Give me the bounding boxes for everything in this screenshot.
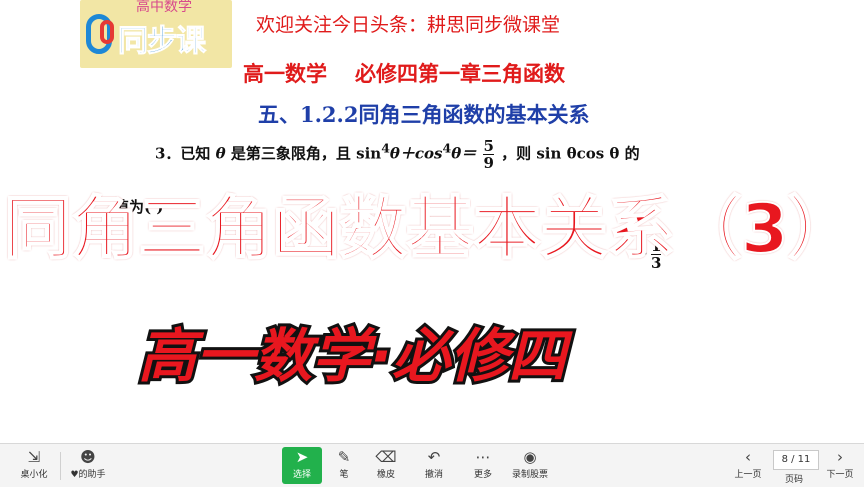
problem-lead: 3．已知 xyxy=(155,144,211,163)
minimize-label: 桌小化 xyxy=(20,470,48,480)
chevron-right-icon: › xyxy=(837,448,843,466)
page-indicator[interactable]: 8 / 11 xyxy=(773,450,819,470)
fraction-denominator: 9 xyxy=(483,154,494,172)
problem-mid: 是第三象限角，且 sin xyxy=(230,144,382,163)
eraser-label: 橡皮 xyxy=(376,470,395,480)
problem-cos: θ＋cos xyxy=(389,144,443,163)
toolbar-divider xyxy=(60,452,61,480)
eraser-icon: ⌫ xyxy=(375,448,397,466)
assistant-button[interactable]: ☻ ♥的助手 xyxy=(68,447,108,484)
course-title: 高一数学 必修四第一章三角函数 xyxy=(243,58,565,88)
follow-banner: 欢迎关注今日头条：耕思同步微课堂 xyxy=(256,14,561,36)
undo-label: 撤消 xyxy=(424,470,443,480)
problem-statement: 3．已知 θ 是第三象限角，且 sin4θ＋cos4θ＝ 5 9 ，则 sin … xyxy=(155,138,640,171)
prev-page-button[interactable]: ‹ 上一页 xyxy=(728,447,768,484)
section-title: 五、1.2.2同角三角函数的基本关系 xyxy=(258,102,590,127)
logo-inner-ring-icon xyxy=(100,20,114,44)
assistant-label: ♥的助手 xyxy=(70,470,106,480)
more-icon: ⋯ xyxy=(475,448,491,466)
pen-tool-button[interactable]: ✎ 笔 xyxy=(324,447,364,484)
logo-main-text: 同步课堂 xyxy=(118,24,207,69)
minimize-button[interactable]: ⇲ 桌小化 xyxy=(14,447,54,484)
page-label: 页码 xyxy=(785,475,804,485)
cursor-icon: ➤ xyxy=(295,448,309,466)
logo: 高中数学 同步课堂 xyxy=(80,0,232,68)
record-button[interactable]: ◉ 录制股票 xyxy=(510,447,550,484)
minimize-icon: ⇲ xyxy=(27,448,41,466)
problem-tail: ，则 sin θcos θ 的 xyxy=(501,144,640,163)
video-subtitle-overlay: 高一数学·必修四 xyxy=(135,322,569,390)
logo-top-text: 高中数学 xyxy=(136,0,192,15)
pen-label: 笔 xyxy=(339,470,349,480)
video-title-overlay: 同角三角函数基本关系（3） xyxy=(3,190,856,269)
problem-eq: θ＝ xyxy=(451,144,477,163)
chapter-name: 必修四第一章三角函数 xyxy=(355,61,565,86)
more-label: 更多 xyxy=(473,470,492,480)
presentation-toolbar: ⇲ 桌小化 ☻ ♥的助手 ➤ 选择 ✎ 笔 ⌫ 橡皮 ↶ 撤消 ⋯ 更多 ◉ 录… xyxy=(0,443,864,487)
eraser-tool-button[interactable]: ⌫ 橡皮 xyxy=(366,447,406,484)
select-tool-button[interactable]: ➤ 选择 xyxy=(282,447,322,484)
undo-button[interactable]: ↶ 撤消 xyxy=(414,447,454,484)
pen-icon: ✎ xyxy=(337,448,351,466)
exponent-2: 4 xyxy=(442,140,452,156)
fraction-5-9: 5 9 xyxy=(483,137,494,172)
next-label: 下一页 xyxy=(826,470,854,480)
next-page-button[interactable]: › 下一页 xyxy=(820,447,860,484)
select-label: 选择 xyxy=(292,470,311,480)
record-icon: ◉ xyxy=(523,448,537,466)
theta-symbol: θ xyxy=(215,144,226,163)
more-button[interactable]: ⋯ 更多 xyxy=(463,447,503,484)
fraction-numerator: 5 xyxy=(483,137,494,155)
prev-label: 上一页 xyxy=(734,470,762,480)
chevron-left-icon: ‹ xyxy=(745,448,751,466)
assistant-avatar-icon: ☻ xyxy=(80,448,96,466)
record-label: 录制股票 xyxy=(511,470,548,480)
exponent: 4 xyxy=(381,140,390,156)
undo-icon: ↶ xyxy=(427,448,441,466)
course-name: 高一数学 xyxy=(243,61,327,86)
